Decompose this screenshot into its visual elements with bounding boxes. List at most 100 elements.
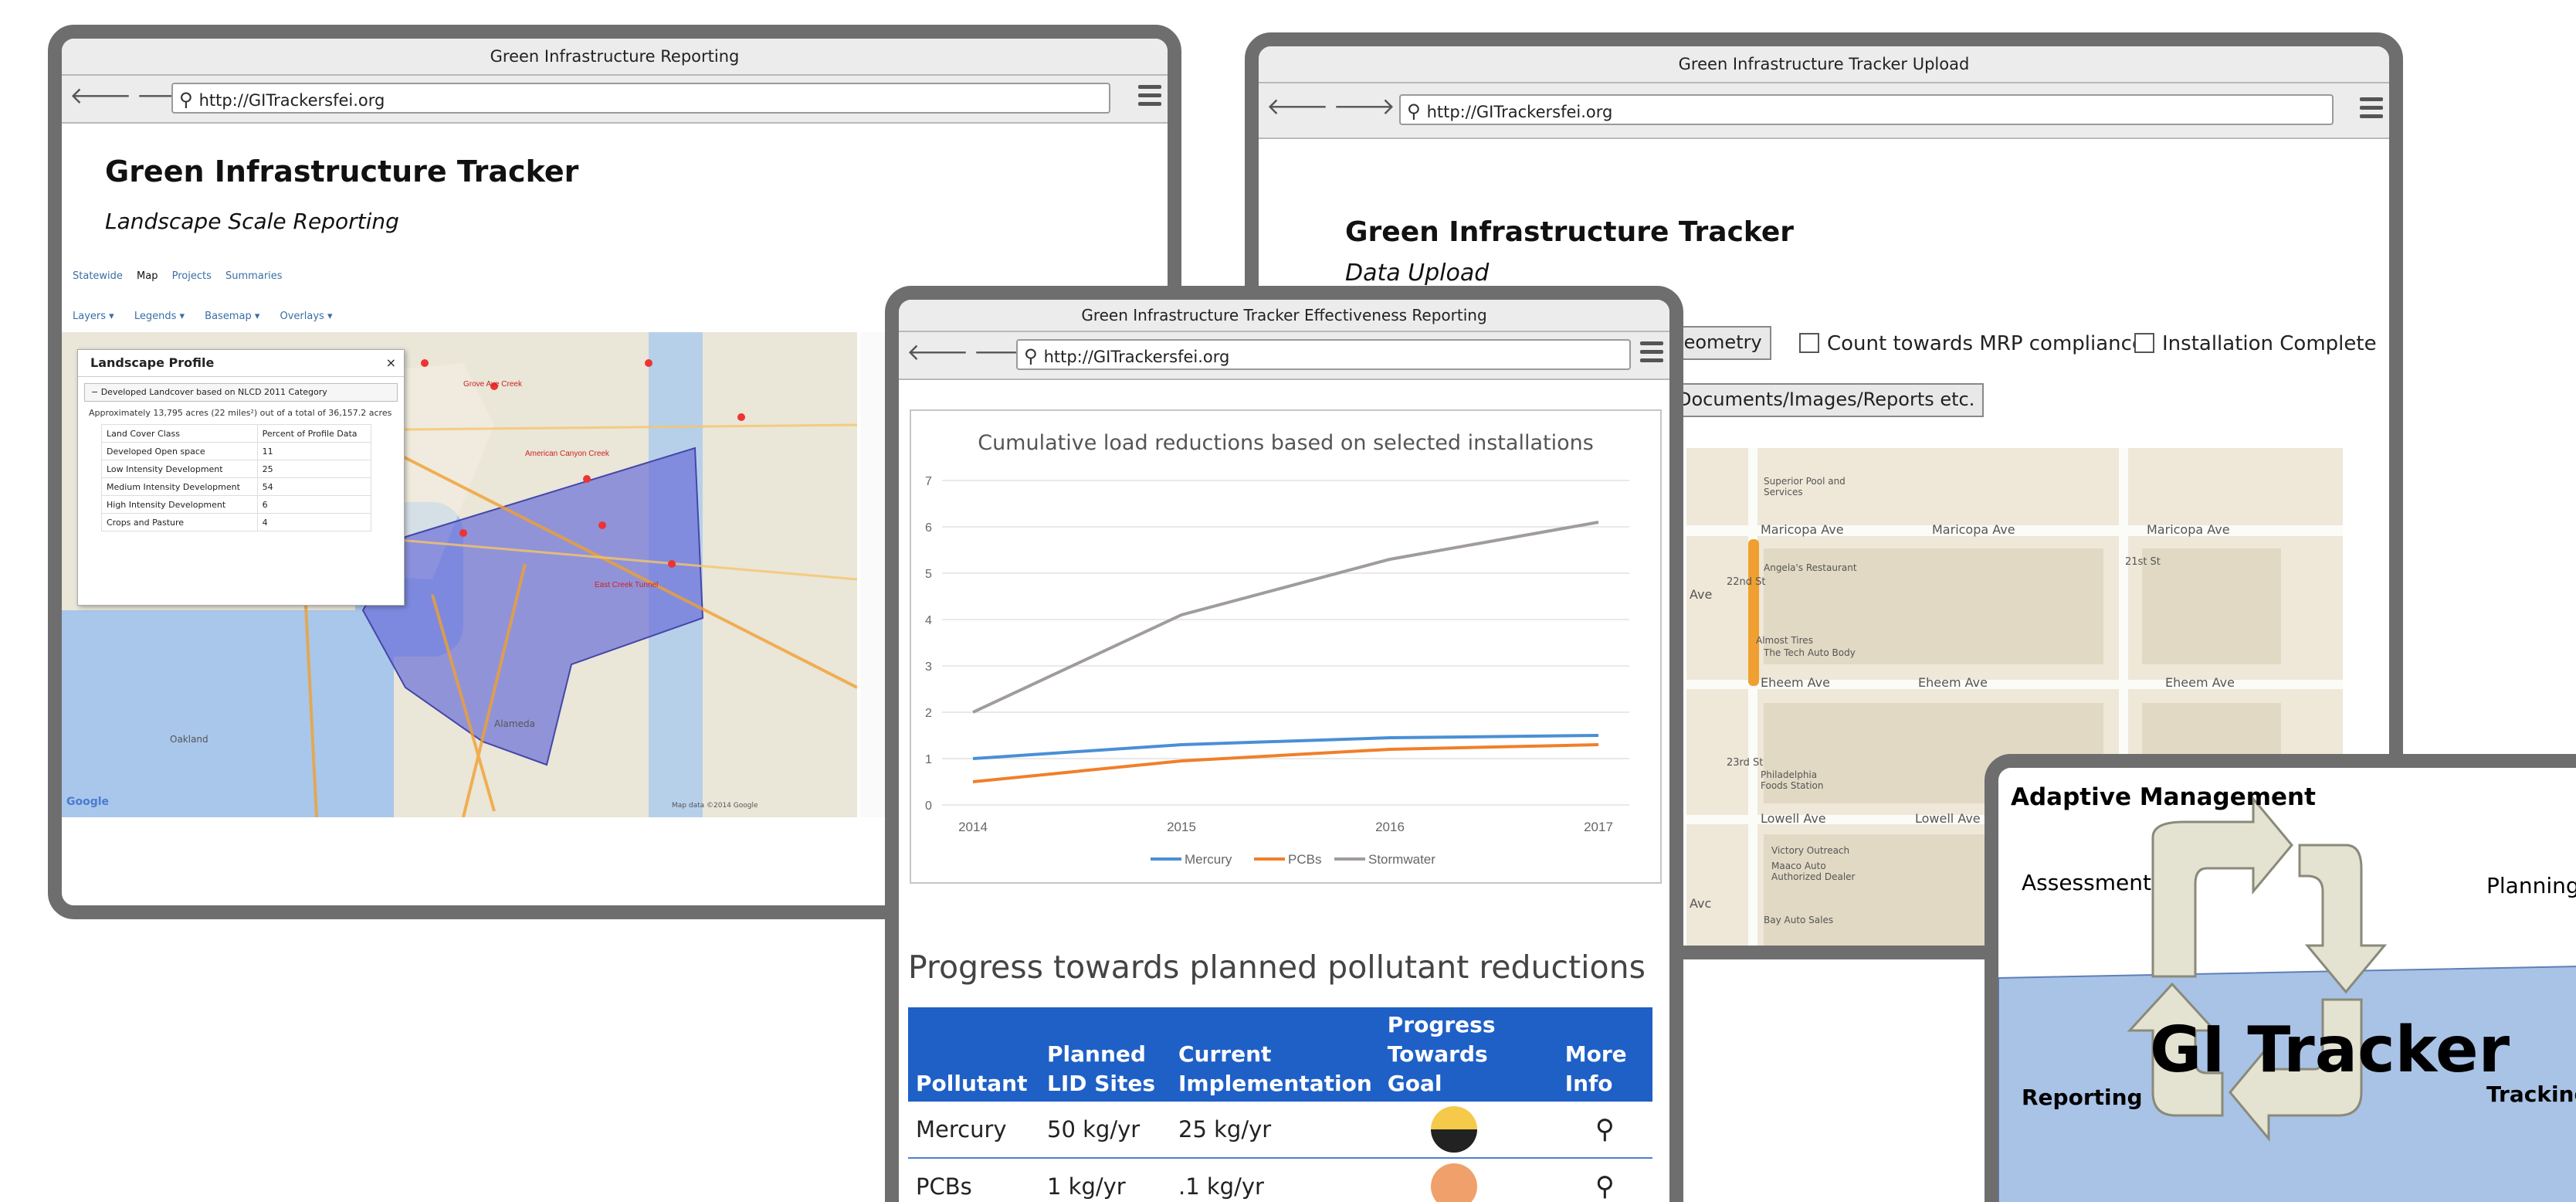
forward-arrow-icon[interactable]: 🡒: [1333, 93, 1399, 121]
upload-documents-button[interactable]: Documents/Images/Reports etc.: [1668, 383, 1985, 417]
street-label: Eheem Ave: [1761, 675, 1830, 690]
selected-installation[interactable]: [1748, 539, 1759, 686]
panel-title: Landscape Profile: [90, 355, 215, 370]
back-arrow-icon[interactable]: 🡐: [907, 339, 973, 366]
x-tick-label: 2014: [958, 820, 988, 834]
nav-tabs: Statewide Map Projects Summaries: [73, 270, 293, 282]
search-icon: ⚲: [179, 89, 193, 110]
percent: 54: [256, 477, 372, 496]
land-class: Crops and Pasture: [101, 513, 258, 531]
map-label: Oakland: [170, 734, 208, 745]
percent: 11: [256, 442, 372, 460]
y-tick-label: 6: [925, 521, 932, 535]
land-class: Low Intensity Development: [101, 460, 258, 478]
series-line-pcbs: [972, 743, 1599, 783]
url-text: http://GITrackersfei.org: [198, 91, 385, 110]
chart-title: Cumulative load reductions based on sele…: [978, 431, 1594, 455]
url-bar[interactable]: ⚲ http://GITrackersfei.org: [1399, 94, 2334, 125]
cycle-arrows-icon: [2127, 795, 2388, 1143]
street-label: 23rd St: [1727, 757, 1764, 769]
poi-label: Maaco Auto Authorized Dealer: [1771, 861, 1856, 882]
x-tick-label: 2017: [1584, 820, 1613, 834]
mrp-compliance-checkbox[interactable]: Count towards MRP compliance: [1799, 332, 2144, 355]
google-logo: Google: [66, 796, 110, 808]
browser-navbar: 🡐🡒↻ ⚲http://GITrackersfei.org: [899, 332, 1669, 380]
search-icon: ⚲: [1407, 100, 1421, 122]
location-pin-icon[interactable]: ⚲: [1557, 1158, 1652, 1202]
pollutant-progress-table: Pollutant Planned LID Sites Current Impl…: [908, 1007, 1652, 1202]
street-label: Lowell Ave: [1761, 811, 1826, 826]
column-header: More Info: [1557, 1007, 1652, 1102]
percent: 25: [256, 460, 372, 478]
basemap-dropdown[interactable]: Basemap ▾: [205, 311, 259, 322]
url-text: http://GITrackersfei.org: [1043, 348, 1230, 366]
x-tick-label: 2015: [1167, 820, 1196, 834]
street-label: 21st St: [2125, 556, 2161, 568]
window-title: Green Infrastructure Reporting: [62, 39, 1168, 76]
checkbox-label: Count towards MRP compliance: [1827, 332, 2144, 355]
tab-summaries[interactable]: Summaries: [225, 270, 283, 282]
load-reduction-chart: Cumulative load reductions based on sele…: [910, 409, 1662, 884]
tab-projects[interactable]: Projects: [172, 270, 212, 282]
checkbox-box[interactable]: [1799, 333, 1819, 353]
back-arrow-icon[interactable]: 🡐: [1266, 93, 1333, 121]
poi-label: The Tech Auto Body: [1764, 647, 1856, 658]
tab-map[interactable]: Map: [137, 270, 158, 282]
progress-cell: [1379, 1102, 1557, 1159]
poi-label: Superior Pool and Services: [1764, 476, 1846, 497]
street-label: Maricopa Ave: [2147, 522, 2230, 537]
window-title: Green Infrastructure Tracker Upload: [1259, 46, 2389, 83]
reporting-label: Reporting: [2022, 1085, 2143, 1110]
column-header: Land Cover Class: [101, 424, 258, 443]
collapse-section[interactable]: − Developed Landcover based on NLCD 2011…: [84, 383, 398, 402]
percent: 6: [256, 495, 372, 514]
table-row: Mercury 50 kg/yr 25 kg/yr ⚲: [908, 1102, 1652, 1159]
overlays-dropdown[interactable]: Overlays ▾: [280, 311, 333, 322]
regional-map[interactable]: Grove Ave Creek American Canyon Creek Ea…: [62, 332, 857, 817]
browser-navbar: 🡐🡒↻ ⚲http://GITrackersfei.org: [1259, 83, 2389, 139]
menu-icon[interactable]: [1138, 85, 1161, 108]
table-header-row: Pollutant Planned LID Sites Current Impl…: [908, 1007, 1652, 1102]
y-tick-label: 4: [925, 614, 932, 627]
page-heading: Green Infrastructure Tracker: [105, 154, 579, 188]
series-line-stormwater: [972, 521, 1599, 714]
window-title: Green Infrastructure Tracker Effectivene…: [899, 300, 1669, 332]
back-arrow-icon[interactable]: 🡐: [69, 83, 136, 110]
layers-dropdown[interactable]: Layers ▾: [73, 311, 114, 322]
checkbox-box[interactable]: [2134, 333, 2154, 353]
column-header: Planned LID Sites: [1039, 1007, 1171, 1102]
street-label: Maricopa Ave: [1761, 522, 1844, 537]
progress-indicator: [1430, 1106, 1477, 1153]
table-row: Crops and Pasture 4: [101, 513, 372, 531]
street-label: Eheem Ave: [1918, 675, 1988, 690]
url-text: http://GITrackersfei.org: [1426, 103, 1613, 121]
y-tick-label: 3: [925, 660, 932, 674]
svg-text:American Canyon Creek: American Canyon Creek: [525, 450, 610, 458]
location-pin-icon[interactable]: ⚲: [1557, 1102, 1652, 1159]
menu-icon[interactable]: [1640, 341, 1663, 365]
pollutant-name: Mercury: [908, 1102, 1039, 1159]
effectiveness-browser-window: Green Infrastructure Tracker Effectivene…: [885, 286, 1683, 1202]
table-row: Low Intensity Development 25: [101, 460, 372, 478]
poi-label: Victory Outreach: [1771, 845, 1850, 856]
poi-label: Angela's Restaurant: [1764, 562, 1857, 573]
legend-label: PCBs: [1288, 852, 1321, 867]
pollutant-name: PCBs: [908, 1158, 1039, 1202]
profile-note: Approximately 13,795 acres (22 miles²) o…: [89, 408, 392, 418]
progress-cell: [1379, 1158, 1557, 1202]
menu-icon[interactable]: [2360, 97, 2383, 121]
url-bar[interactable]: ⚲ http://GITrackersfei.org: [171, 83, 1110, 114]
y-tick-label: 1: [925, 753, 932, 766]
poi-label: Bay Auto Sales: [1764, 915, 1834, 925]
landcover-table: Land Cover Class Percent of Profile Data …: [101, 424, 372, 531]
land-class: Medium Intensity Development: [101, 477, 258, 496]
legends-dropdown[interactable]: Legends ▾: [134, 311, 185, 322]
table-row: Developed Open space 11: [101, 442, 372, 460]
percent: 4: [256, 513, 372, 531]
close-icon[interactable]: ×: [386, 350, 396, 376]
search-icon: ⚲: [1024, 345, 1038, 367]
url-bar[interactable]: ⚲ http://GITrackersfei.org: [1016, 339, 1631, 370]
page-subheading: Landscape Scale Reporting: [105, 209, 399, 234]
tab-statewide[interactable]: Statewide: [73, 270, 123, 282]
installation-complete-checkbox[interactable]: Installation Complete: [2134, 332, 2377, 355]
